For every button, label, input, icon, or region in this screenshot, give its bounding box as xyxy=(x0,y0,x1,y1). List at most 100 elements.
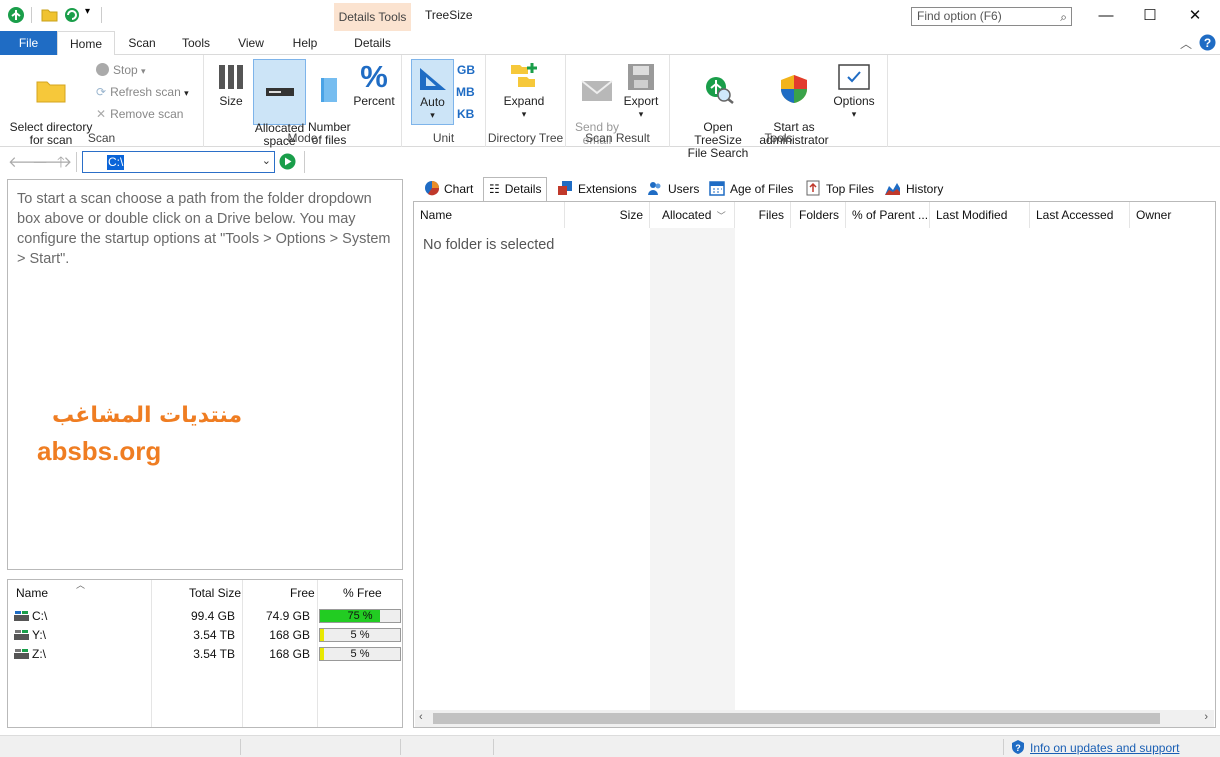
shield-icon xyxy=(781,75,807,103)
size-mode-button[interactable]: Size xyxy=(214,63,248,108)
tab-details[interactable]: Details xyxy=(336,31,409,55)
auto-unit-button[interactable]: Auto ▾ xyxy=(411,59,454,125)
directory-tree-group: Expand ▾ Directory Tree xyxy=(486,55,566,147)
drive-header-pct-free[interactable]: % Free xyxy=(343,586,382,600)
percent-mode-label: Percent xyxy=(353,94,395,108)
unit-group-label: Unit xyxy=(432,131,455,145)
tab-users[interactable]: Users xyxy=(647,178,699,201)
close-button[interactable]: ✕ xyxy=(1172,0,1218,31)
expand-label: Expand xyxy=(503,94,545,108)
drive-total-size: 3.54 TB xyxy=(193,647,235,661)
extensions-icon xyxy=(558,181,572,195)
bars-icon xyxy=(219,65,243,89)
chevron-down-icon: ▾ xyxy=(851,109,857,119)
drive-icon xyxy=(265,88,294,96)
tab-details-view[interactable]: ☷ Details xyxy=(483,177,548,202)
scroll-right-icon[interactable]: › xyxy=(1204,711,1208,723)
stop-label: Stop xyxy=(113,63,138,77)
drive-icon xyxy=(14,630,29,640)
drive-list-panel: ︿ Name Total Size Free % Free C:\ 99.4 GB… xyxy=(7,579,403,728)
tab-details-view-label: Details xyxy=(504,182,542,196)
path-input-value[interactable]: C:\ xyxy=(107,155,125,170)
col-header-owner[interactable]: Owner xyxy=(1130,202,1215,228)
col-header-pct-of-parent[interactable]: % of Parent ... xyxy=(846,202,930,228)
kb-unit-button[interactable]: KB xyxy=(457,107,474,121)
drive-row[interactable]: C:\ 99.4 GB 74.9 GB 75 % xyxy=(8,607,402,626)
stop-button[interactable]: Stop ▾ xyxy=(96,60,146,80)
shield-info-icon: ? xyxy=(1012,740,1024,754)
ribbon: Select directory for scan Stop ▾ ⟳ Refres… xyxy=(0,55,1220,160)
scan-result-group-label: Scan Result xyxy=(585,131,650,145)
ruler-icon xyxy=(419,68,446,90)
qat-dropdown-icon[interactable]: ▾ xyxy=(85,6,90,17)
col-header-size[interactable]: Size xyxy=(565,202,650,228)
history-chart-icon xyxy=(885,183,900,195)
col-header-allocated[interactable]: Allocated ﹀ xyxy=(650,202,735,228)
scan-result-group: Send by email Export ▾ Scan Result xyxy=(566,55,670,147)
tab-tools[interactable]: Tools xyxy=(172,31,220,55)
horizontal-scrollbar[interactable]: ‹ › xyxy=(415,710,1214,727)
collapse-ribbon-icon[interactable]: ︿ xyxy=(1180,35,1192,52)
directory-tree-group-label: Directory Tree xyxy=(487,131,564,145)
tab-history[interactable]: History xyxy=(884,178,943,201)
col-header-folders[interactable]: Folders xyxy=(791,202,846,228)
updates-support-link[interactable]: Info on updates and support xyxy=(1030,741,1179,755)
drive-header-total-size[interactable]: Total Size xyxy=(189,586,241,600)
minimize-button[interactable]: — xyxy=(1083,0,1129,31)
folder-icon[interactable] xyxy=(41,7,58,22)
drive-row[interactable]: Y:\ 3.54 TB 168 GB 5 % xyxy=(8,626,402,645)
find-option-placeholder: Find option (F6) xyxy=(917,9,1002,23)
forward-arrow-icon[interactable]: 🡒 xyxy=(32,152,72,171)
drive-icon xyxy=(14,611,29,621)
tab-age-of-files[interactable]: Age of Files xyxy=(709,178,793,201)
expand-button[interactable]: Expand ▾ xyxy=(498,61,550,121)
tab-view[interactable]: View xyxy=(228,31,274,55)
help-icon[interactable]: ? xyxy=(1199,34,1216,51)
unit-group: Auto ▾ GB MB KB Unit xyxy=(402,55,486,147)
directory-tree-panel[interactable]: To start a scan choose a path from the f… xyxy=(7,179,403,570)
tab-top-files[interactable]: Top Files xyxy=(805,178,874,201)
tab-scan[interactable]: Scan xyxy=(118,31,166,55)
col-header-files[interactable]: Files xyxy=(735,202,791,228)
tab-home[interactable]: Home xyxy=(57,31,115,56)
remove-scan-button[interactable]: ✕ Remove scan xyxy=(96,104,183,124)
gb-unit-button[interactable]: GB xyxy=(457,63,475,77)
status-divider xyxy=(240,739,241,755)
sort-descending-icon: ﹀ xyxy=(716,211,726,221)
search-icon[interactable]: ⌕ xyxy=(1060,9,1067,26)
tab-chart[interactable]: Chart xyxy=(424,178,473,201)
treesize-app-icon[interactable] xyxy=(8,7,24,23)
percent-mode-button[interactable]: % Percent xyxy=(352,61,396,108)
drive-total-size: 99.4 GB xyxy=(190,609,235,623)
up-arrow-icon[interactable]: 🡑 xyxy=(57,152,65,177)
start-scan-icon[interactable] xyxy=(279,153,296,170)
nav-divider xyxy=(76,152,77,172)
refresh-scan-button[interactable]: ⟳ Refresh scan ▾ xyxy=(96,82,189,102)
status-divider xyxy=(1003,739,1004,755)
open-treesize-file-search-button[interactable]: Open TreeSize File Search xyxy=(678,61,758,160)
options-button[interactable]: Options ▾ xyxy=(830,63,878,121)
drive-header-name[interactable]: Name xyxy=(16,586,48,600)
find-option-input[interactable]: Find option (F6) ⌕ xyxy=(911,7,1072,26)
scroll-left-icon[interactable]: ‹ xyxy=(419,711,423,723)
col-header-name[interactable]: Name xyxy=(414,202,565,228)
path-combobox[interactable]: C:\ ⌄ xyxy=(82,151,275,173)
remove-scan-label: Remove scan xyxy=(110,107,184,121)
maximize-button[interactable]: ☐ xyxy=(1127,0,1173,31)
tab-help[interactable]: Help xyxy=(282,31,328,55)
drive-row[interactable]: Z:\ 3.54 TB 168 GB 5 % xyxy=(8,645,402,664)
scan-group: Select directory for scan Stop ▾ ⟳ Refres… xyxy=(0,55,204,147)
refresh-scan-qat-icon[interactable] xyxy=(63,6,81,23)
col-header-last-accessed[interactable]: Last Accessed xyxy=(1030,202,1130,228)
scrollbar-thumb[interactable] xyxy=(433,713,1160,724)
tab-extensions[interactable]: Extensions xyxy=(557,178,637,201)
export-button[interactable]: Export ▾ xyxy=(622,63,660,121)
chevron-down-icon: ▾ xyxy=(141,66,146,76)
watermark-arabic-text: منتديات المشاغب xyxy=(52,403,243,428)
allocated-space-mode-button[interactable]: Allocated space xyxy=(253,59,306,148)
tab-file[interactable]: File xyxy=(0,31,57,55)
mb-unit-button[interactable]: MB xyxy=(456,85,475,99)
drive-header-free[interactable]: Free xyxy=(290,586,315,600)
chevron-down-icon[interactable]: ⌄ xyxy=(262,154,271,167)
col-header-last-modified[interactable]: Last Modified xyxy=(930,202,1030,228)
